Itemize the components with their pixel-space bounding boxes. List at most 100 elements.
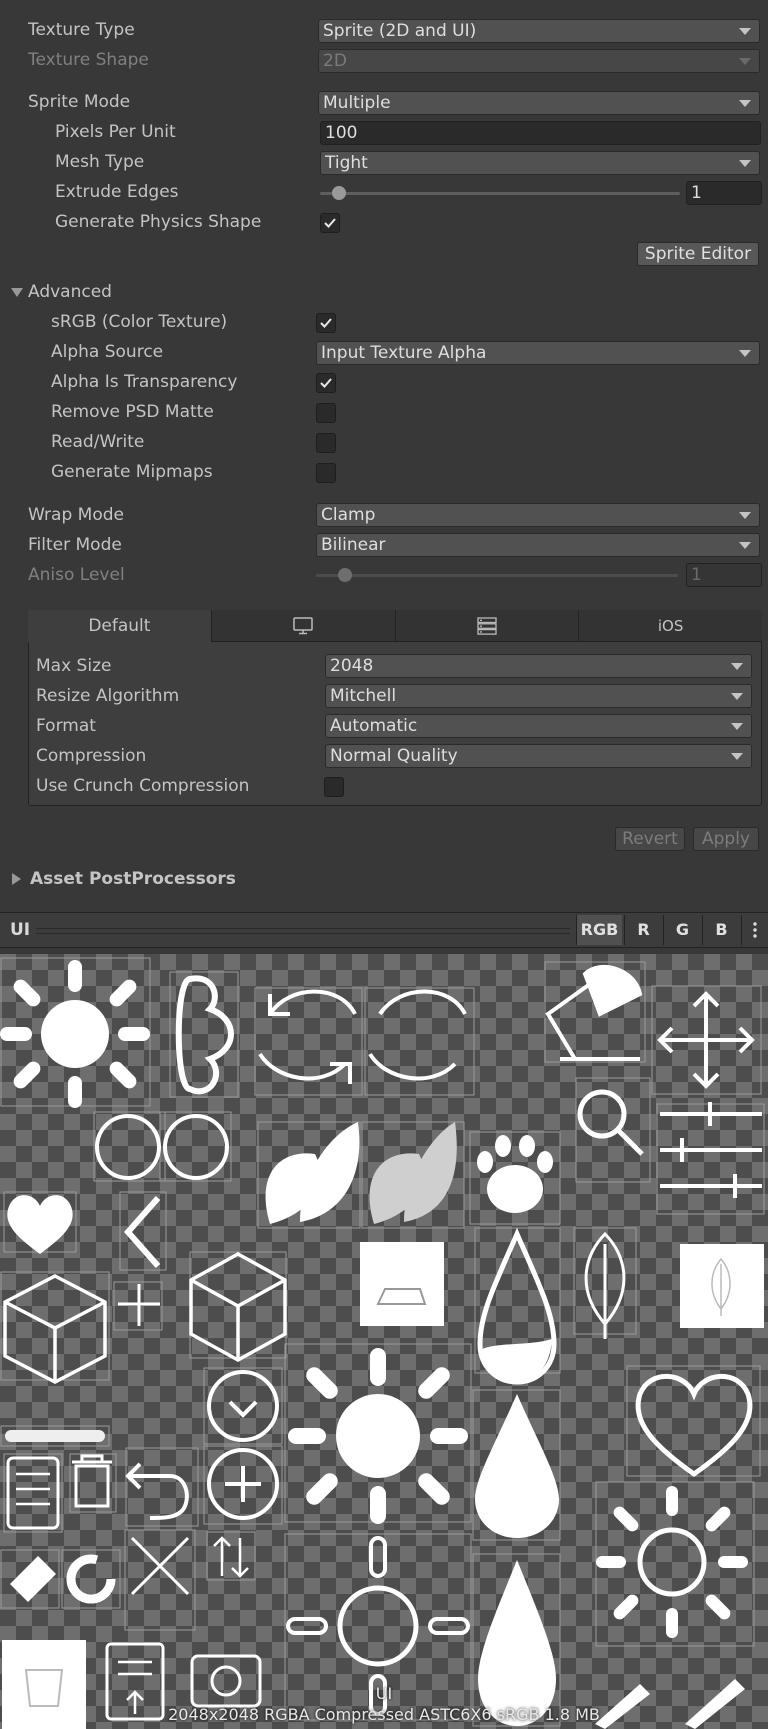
sun-icon-large [0, 960, 150, 1108]
heart-filled-icon [7, 1195, 73, 1254]
read-write-label: Read/Write [51, 432, 145, 452]
texture-preview[interactable]: UI 2048x2048 RGBA Compressed ASTC6X6 sRG… [0, 954, 768, 1729]
filter-mode-label: Filter Mode [28, 535, 122, 555]
foldout-expanded-icon [11, 288, 23, 297]
platform-tabbar: Default iOS [28, 610, 762, 642]
generate-mipmaps-checkbox[interactable] [316, 463, 336, 483]
channel-r-button[interactable]: R [624, 915, 662, 945]
wrap-mode-dropdown[interactable]: Clamp [316, 503, 760, 527]
leaf-tile-icon [680, 1244, 764, 1328]
generate-physics-shape-checkbox[interactable] [320, 213, 340, 233]
progress-bar-shape [5, 1430, 105, 1442]
filter-mode-value: Bilinear [321, 535, 386, 555]
texture-type-value: Sprite (2D and UI) [323, 21, 477, 41]
tab-default-label: Default [88, 616, 151, 636]
isometric-room-icon [3, 1274, 107, 1384]
alpha-source-label: Alpha Source [51, 342, 164, 362]
move-arrows-icon [657, 991, 755, 1089]
channel-g-button[interactable]: G [663, 915, 701, 945]
foldout-collapsed-icon [12, 873, 21, 885]
chevron-down-icon [731, 663, 743, 670]
water-drop-filled-icon [475, 1394, 559, 1538]
circle-outline-icon-2 [163, 1114, 229, 1180]
resize-algorithm-value: Mitchell [330, 686, 397, 706]
leaves-icon-faded [369, 1122, 457, 1224]
alpha-is-transparency-checkbox[interactable] [316, 373, 336, 393]
preview-image-label: UI [375, 1684, 393, 1703]
checkmark-icon [320, 378, 332, 388]
document-icon [6, 1456, 60, 1530]
wrap-mode-label: Wrap Mode [28, 505, 124, 525]
leaves-icon [265, 1122, 360, 1224]
texture-shape-dropdown: 2D [318, 49, 760, 73]
chevron-down-icon [739, 160, 751, 167]
cloud-icon [175, 975, 234, 1095]
tab-ios[interactable]: iOS [579, 610, 762, 642]
chevron-down-icon [731, 753, 743, 760]
format-dropdown[interactable]: Automatic [325, 714, 752, 738]
resize-algorithm-label: Resize Algorithm [36, 686, 180, 706]
extrude-edges-input[interactable]: 1 [686, 181, 762, 205]
extrude-edges-label: Extrude Edges [55, 182, 179, 202]
chevron-down-icon [739, 100, 751, 107]
tab-default[interactable]: Default [28, 610, 212, 642]
remove-psd-matte-checkbox[interactable] [316, 403, 336, 423]
pixels-per-unit-input[interactable]: 100 [320, 121, 761, 145]
generate-physics-shape-label: Generate Physics Shape [55, 212, 262, 232]
loading-ring-icon [66, 1554, 116, 1604]
texture-type-dropdown[interactable]: Sprite (2D and UI) [318, 19, 760, 43]
tab-standalone[interactable] [211, 610, 396, 642]
extrude-edges-slider-thumb[interactable] [332, 186, 346, 200]
extrude-edges-slider[interactable] [320, 192, 680, 195]
search-icon [577, 1089, 644, 1156]
sun-outline-icon-small [596, 1486, 748, 1638]
mesh-type-value: Tight [325, 153, 368, 173]
format-label: Format [36, 716, 96, 736]
aniso-level-slider [316, 574, 678, 577]
mesh-type-dropdown[interactable]: Tight [320, 151, 760, 175]
undo-icon [125, 1462, 189, 1521]
sprite-editor-button[interactable]: Sprite Editor [637, 242, 759, 266]
more-options-button[interactable] [741, 915, 768, 945]
chevron-down-icon [739, 28, 751, 35]
plus-thin-icon [118, 1284, 160, 1326]
isometric-cube-icon [189, 1252, 287, 1362]
read-write-checkbox[interactable] [316, 433, 336, 453]
compression-dropdown[interactable]: Normal Quality [325, 744, 752, 768]
compression-value: Normal Quality [330, 746, 458, 766]
mesh-type-label: Mesh Type [55, 152, 145, 172]
sprite-mode-dropdown[interactable]: Multiple [318, 91, 760, 115]
use-crunch-checkbox[interactable] [324, 777, 344, 797]
srgb-checkbox[interactable] [316, 313, 336, 333]
channel-b-button[interactable]: B [702, 915, 740, 945]
heart-outline-icon [635, 1373, 753, 1478]
compression-label: Compression [36, 746, 147, 766]
texture-shape-value: 2D [323, 51, 347, 71]
circle-outline-icon [95, 1114, 161, 1180]
preview-drag-bar[interactable] [36, 928, 570, 934]
revert-button[interactable]: Revert [615, 827, 685, 851]
texture-shape-label: Texture Shape [28, 50, 149, 70]
tab-ios-label: iOS [657, 616, 684, 635]
chevron-down-icon [731, 693, 743, 700]
channel-rgb-button[interactable]: RGB [576, 915, 622, 945]
apply-button[interactable]: Apply [693, 827, 759, 851]
max-size-dropdown[interactable]: 2048 [325, 654, 752, 678]
sprite-mode-label: Sprite Mode [28, 92, 131, 112]
sort-icon [213, 1536, 249, 1578]
chevron-down-icon [739, 542, 751, 549]
chevron-down-icon [731, 723, 743, 730]
checkmark-icon [320, 318, 332, 328]
preview-header: UI RGB R G B [0, 912, 768, 948]
texture-info-text: 2048x2048 RGBA Compressed ASTC6X6 sRGB 1… [168, 1705, 600, 1724]
alpha-source-dropdown[interactable]: Input Texture Alpha [316, 341, 760, 365]
preview-title: UI [10, 920, 31, 940]
filter-mode-dropdown[interactable]: Bilinear [316, 533, 760, 557]
resize-algorithm-dropdown[interactable]: Mitchell [325, 684, 752, 708]
trash-icon [72, 1454, 112, 1508]
desk-lamp-icon [545, 964, 643, 1061]
kebab-menu-icon [753, 922, 757, 938]
monitor-icon [293, 616, 313, 634]
alpha-source-value: Input Texture Alpha [321, 343, 487, 363]
tab-server[interactable] [395, 610, 580, 642]
